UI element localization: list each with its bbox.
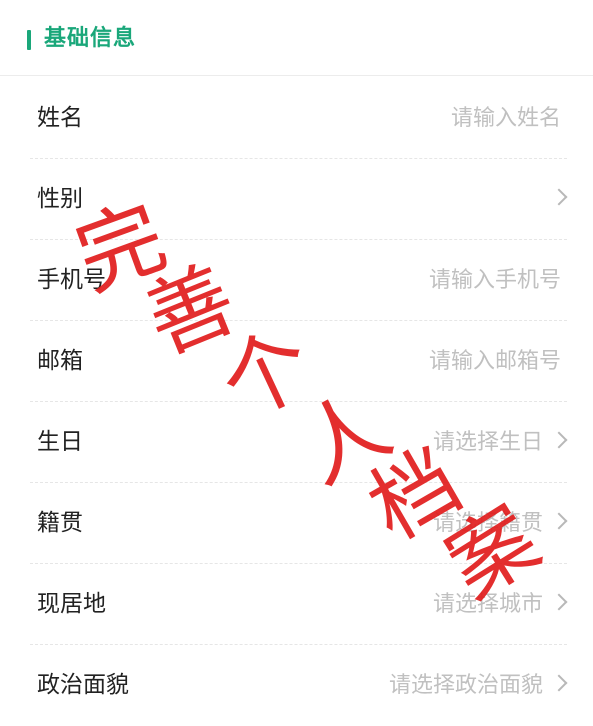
form-row-name[interactable]: 姓名 请输入姓名 — [30, 78, 567, 159]
row-label: 籍贯 — [37, 510, 83, 536]
row-label: 现居地 — [37, 591, 106, 617]
chevron-right-icon — [550, 593, 568, 611]
chevron-right-icon — [550, 674, 568, 692]
chevron-right-icon — [550, 188, 568, 206]
chevron-right-icon — [550, 512, 568, 530]
chevron-right-icon — [550, 431, 568, 449]
form-row-email[interactable]: 邮箱 请输入邮箱号 — [30, 321, 567, 402]
phone-input[interactable]: 请输入手机号 — [429, 240, 561, 321]
hometown-select[interactable]: 请选择籍贯 — [433, 483, 543, 564]
name-input[interactable]: 请输入姓名 — [451, 78, 561, 159]
section-header: 基础信息 — [0, 0, 593, 76]
form-row-political-status[interactable]: 政治面貌 请选择政治面貌 — [30, 645, 568, 726]
row-label: 姓名 — [37, 105, 83, 131]
form-row-birthday[interactable]: 生日 请选择生日 — [30, 402, 568, 483]
row-label: 政治面貌 — [37, 672, 129, 698]
row-label: 性别 — [37, 186, 83, 212]
row-label: 邮箱 — [37, 348, 83, 374]
form-list: 姓名 请输入姓名 性别 手机号 请输入手机号 邮箱 请输入邮箱号 生日 请选择生… — [0, 78, 593, 726]
row-label: 生日 — [37, 429, 83, 455]
form-row-hometown[interactable]: 籍贯 请选择籍贯 — [30, 483, 568, 564]
form-row-gender[interactable]: 性别 — [30, 159, 568, 240]
political-status-select[interactable]: 请选择政治面貌 — [389, 645, 543, 726]
form-row-phone[interactable]: 手机号 请输入手机号 — [30, 240, 567, 321]
city-select[interactable]: 请选择城市 — [433, 564, 543, 645]
accent-bar — [27, 30, 31, 50]
birthday-select[interactable]: 请选择生日 — [433, 402, 543, 483]
email-input[interactable]: 请输入邮箱号 — [429, 321, 561, 402]
section-title: 基础信息 — [44, 26, 137, 51]
form-row-residence[interactable]: 现居地 请选择城市 — [30, 564, 568, 645]
row-label: 手机号 — [37, 267, 106, 293]
